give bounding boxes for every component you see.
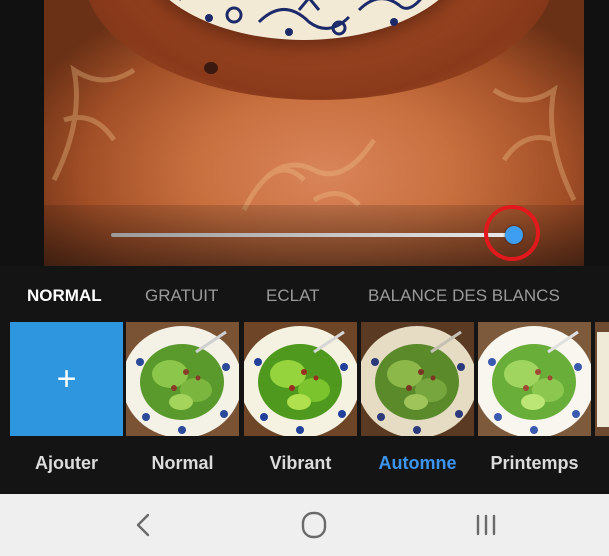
back-button[interactable] [124,509,164,541]
plus-icon: + [56,360,77,398]
recent-apps-button[interactable] [466,509,506,541]
tab-normal[interactable]: NORMAL [27,286,102,306]
recent-apps-icon [476,514,496,536]
add-filter-button[interactable]: + [10,322,123,436]
filter-thumbnails: + [0,322,609,437]
intensity-slider-track[interactable] [111,233,514,237]
filter-category-tabs: NORMAL GRATUIT ECLAT BALANCE DES BLANCS [0,276,609,314]
home-circle-icon [301,511,327,539]
salad-image [361,322,474,436]
salad-image [244,322,357,436]
system-navigation-bar [0,494,609,556]
tablecloth-spot [204,62,218,74]
label-automne[interactable]: Automne [361,453,474,474]
label-normal[interactable]: Normal [126,453,239,474]
filter-thumb-printemps[interactable] [478,322,591,436]
label-printemps[interactable]: Printemps [478,453,591,474]
filter-thumb-partial[interactable] [595,322,609,436]
home-button[interactable] [294,509,334,541]
photo-preview [0,0,609,266]
salad-image [595,322,609,436]
tab-balance-des-blancs[interactable]: BALANCE DES BLANCS [368,286,560,306]
salad-image [478,322,591,436]
salad-image [126,322,239,436]
tab-gratuit[interactable]: GRATUIT [145,286,218,306]
filter-labels: Ajouter Normal Vibrant Automne Printemps [0,448,609,478]
plate-image [139,0,469,40]
label-ajouter[interactable]: Ajouter [10,453,123,474]
filter-thumb-normal[interactable] [126,322,239,436]
tablecloth-pattern-right [492,84,577,202]
filter-thumb-automne[interactable] [361,322,474,436]
tablecloth-pattern-left [51,64,136,182]
highlight-circle-annotation [484,205,540,261]
filter-thumb-vibrant[interactable] [244,322,357,436]
label-vibrant[interactable]: Vibrant [244,453,357,474]
back-chevron-icon [136,513,150,537]
tab-eclat[interactable]: ECLAT [266,286,320,306]
plate-pattern [179,0,422,36]
